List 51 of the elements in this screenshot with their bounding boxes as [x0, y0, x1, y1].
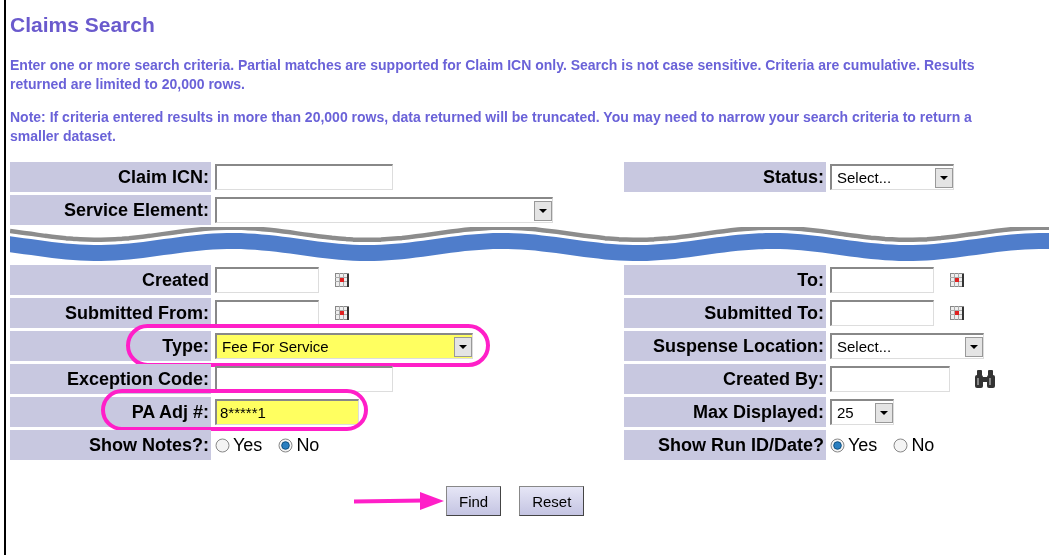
field-label: Claim ICN: [10, 162, 211, 192]
radio-button[interactable] [830, 437, 845, 453]
input-field[interactable] [830, 300, 934, 326]
field-label: Submitted From: [10, 298, 211, 328]
dropdown[interactable]: Select... [830, 164, 954, 190]
caret-icon [875, 402, 893, 423]
field-label: Show Run ID/Date? [624, 430, 826, 460]
field-label: Status: [624, 162, 826, 192]
input-field[interactable]: 8*****1 [215, 399, 359, 425]
caret-icon [935, 167, 953, 188]
calendar-icon[interactable] [950, 306, 964, 320]
field-label: Max Displayed: [624, 397, 826, 427]
radio-button[interactable] [215, 437, 230, 453]
field-label: Exception Code: [10, 364, 211, 394]
option-label: Yes [233, 434, 263, 456]
calendar-icon[interactable] [335, 273, 349, 287]
field-label: Submitted To: [624, 298, 826, 328]
field-label: To: [624, 265, 826, 295]
caret-icon [965, 336, 983, 357]
note-text: Note: If criteria entered results in more than 20,000 rows, data returned will be truncated. You may need to narrow your search criteria to return a smaller dataset. [10, 108, 973, 146]
option-label: No [911, 434, 935, 456]
option-label: Yes [848, 434, 878, 456]
field-label: Created [10, 265, 211, 295]
input-field[interactable] [830, 267, 934, 293]
intro-text: Enter one or more search criteria. Partial matches are supported for Claim ICN only. Search is not case sensitive. Criteria are cumulative. Results returned are limited to 20,000 rows. [10, 56, 976, 94]
caret-icon [534, 200, 552, 221]
field-label: Suspense Location: [624, 331, 826, 361]
calendar-icon[interactable] [950, 273, 964, 287]
caret-icon [454, 336, 472, 357]
binoculars-icon[interactable] [974, 369, 996, 389]
field-label: PA Adj #: [10, 397, 211, 427]
page-title: Claims Search [10, 12, 156, 38]
find-button[interactable]: Find [446, 486, 502, 516]
dropdown[interactable]: Fee For Service [215, 333, 473, 359]
dropdown[interactable]: Select... [830, 333, 984, 359]
dropdown[interactable]: 25 [830, 399, 894, 425]
radio-button[interactable] [278, 437, 294, 453]
input-field[interactable] [215, 300, 319, 326]
input-field[interactable] [215, 366, 393, 392]
field-label: Type: [10, 331, 211, 361]
calendar-icon[interactable] [335, 306, 349, 320]
field-label: Show Notes?: [10, 430, 211, 460]
field-label: Created By: [624, 364, 826, 394]
dropdown[interactable] [215, 197, 553, 223]
radio-button[interactable] [893, 437, 909, 453]
field-label: Service Element: [10, 195, 211, 225]
input-field[interactable] [215, 164, 393, 190]
reset-button[interactable]: Reset [519, 486, 585, 516]
input-field[interactable] [830, 366, 950, 392]
input-field[interactable] [215, 267, 319, 293]
option-label: No [296, 434, 320, 456]
